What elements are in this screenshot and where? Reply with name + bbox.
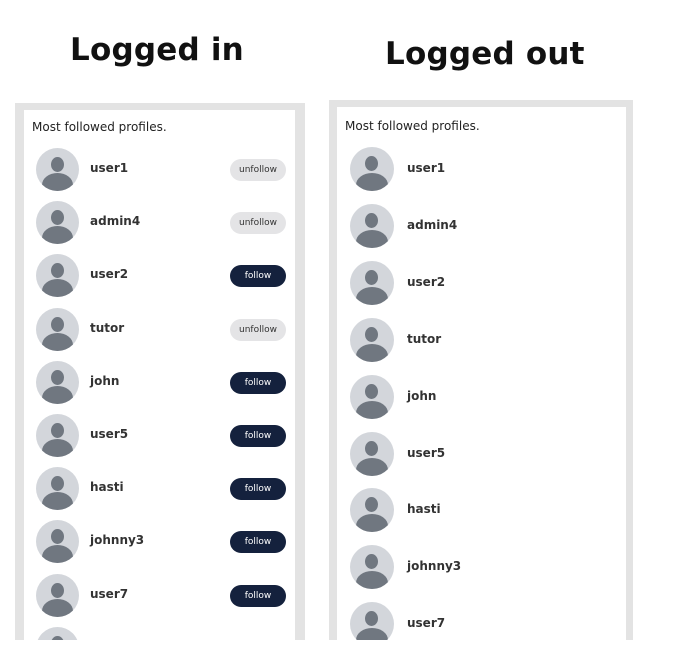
follow-button[interactable]: follow (230, 425, 286, 447)
profile-item: hasti (337, 488, 626, 532)
profile-username[interactable]: johnny3 (90, 533, 144, 547)
avatar-icon[interactable] (36, 201, 79, 244)
avatar-icon[interactable] (36, 627, 79, 640)
profile-item: tutor (337, 318, 626, 362)
profile-item: user1 unfollow (24, 148, 295, 192)
profile-item: user5 follow (24, 414, 295, 458)
profile-item-partial (24, 627, 295, 640)
avatar-icon[interactable] (350, 147, 394, 191)
profile-username[interactable]: hasti (407, 502, 441, 516)
profile-username[interactable]: user1 (407, 161, 445, 175)
profile-username[interactable]: admin4 (407, 218, 457, 232)
profile-username[interactable]: admin4 (90, 214, 140, 228)
profile-username[interactable]: user7 (407, 616, 445, 630)
profile-item: hasti follow (24, 467, 295, 511)
profile-item: admin4 unfollow (24, 201, 295, 245)
profile-username[interactable]: tutor (407, 332, 441, 346)
logged-in-panel-heading: Most followed profiles. (32, 120, 167, 134)
avatar-icon[interactable] (36, 467, 79, 510)
avatar-icon[interactable] (350, 318, 394, 362)
profile-item: john follow (24, 361, 295, 405)
avatar-icon[interactable] (36, 361, 79, 404)
profile-item: johnny3 follow (24, 520, 295, 564)
unfollow-button[interactable]: unfollow (230, 212, 286, 234)
unfollow-button[interactable]: unfollow (230, 319, 286, 341)
profile-item: user5 (337, 432, 626, 476)
logged-out-panel-heading: Most followed profiles. (345, 119, 480, 133)
avatar-icon[interactable] (350, 375, 394, 419)
follow-button[interactable]: follow (230, 372, 286, 394)
avatar-icon[interactable] (36, 148, 79, 191)
follow-button[interactable]: follow (230, 531, 286, 553)
profile-username[interactable]: hasti (90, 480, 124, 494)
unfollow-button[interactable]: unfollow (230, 159, 286, 181)
profile-username[interactable]: tutor (90, 321, 124, 335)
avatar-icon[interactable] (350, 488, 394, 532)
avatar-icon[interactable] (36, 308, 79, 351)
follow-button[interactable]: follow (230, 585, 286, 607)
profile-item: tutor unfollow (24, 308, 295, 352)
avatar-icon[interactable] (36, 414, 79, 457)
profile-item: user7 follow (24, 574, 295, 618)
avatar-icon[interactable] (350, 204, 394, 248)
profile-username[interactable]: john (90, 374, 119, 388)
avatar-icon[interactable] (350, 545, 394, 589)
avatar-icon[interactable] (350, 602, 394, 640)
profile-username[interactable]: user2 (90, 267, 128, 281)
profile-item: user2 follow (24, 254, 295, 298)
logged-in-profiles-card: Most followed profiles. user1 unfollow a… (24, 110, 295, 640)
profile-username[interactable]: john (407, 389, 436, 403)
avatar-icon[interactable] (36, 520, 79, 563)
profile-item: john (337, 375, 626, 419)
profile-username[interactable]: user5 (90, 427, 128, 441)
profile-item: user2 (337, 261, 626, 305)
avatar-icon[interactable] (36, 574, 79, 617)
profile-item: user7 (337, 602, 626, 640)
follow-button[interactable]: follow (230, 265, 286, 287)
avatar-icon[interactable] (350, 261, 394, 305)
avatar-icon[interactable] (36, 254, 79, 297)
profile-item: admin4 (337, 204, 626, 248)
profile-username[interactable]: user2 (407, 275, 445, 289)
profile-username[interactable]: user7 (90, 587, 128, 601)
logged-in-panel: Most followed profiles. user1 unfollow a… (15, 103, 305, 640)
avatar-icon[interactable] (350, 432, 394, 476)
logged-in-title: Logged in (70, 32, 244, 68)
logged-out-panel: Most followed profiles. user1 admin4 use… (329, 100, 633, 640)
profile-item: user1 (337, 147, 626, 191)
logged-out-profiles-card: Most followed profiles. user1 admin4 use… (337, 107, 626, 640)
profile-username[interactable]: user1 (90, 161, 128, 175)
logged-out-title: Logged out (385, 36, 585, 72)
follow-button[interactable]: follow (230, 478, 286, 500)
profile-username[interactable]: user5 (407, 446, 445, 460)
profile-item: johnny3 (337, 545, 626, 589)
profile-username[interactable]: johnny3 (407, 559, 461, 573)
